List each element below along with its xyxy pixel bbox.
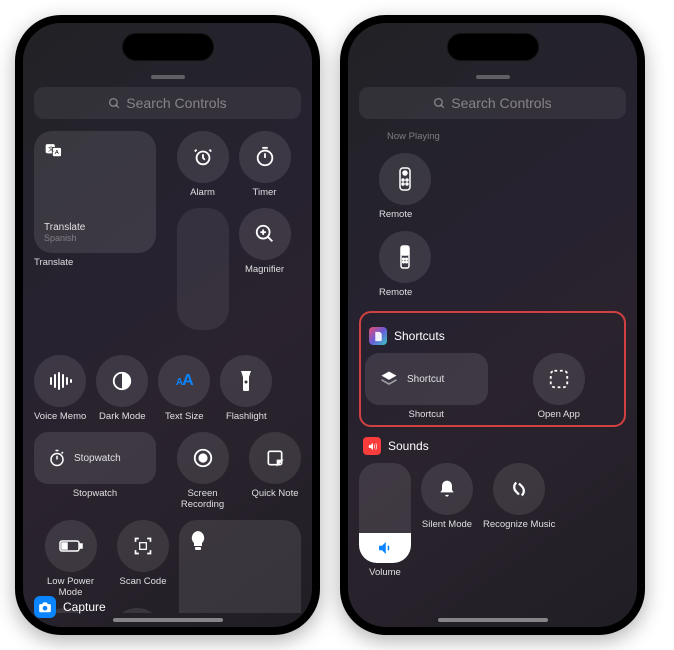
bell-icon — [437, 478, 457, 500]
translate-tile[interactable]: 文A Translate Spanish — [34, 131, 156, 253]
controls-grid: 文A Translate Spanish Translate Alarm Tim… — [34, 131, 301, 613]
phone-right: Search Controls Now Playing Remote Remot… — [340, 15, 645, 635]
capture-pill[interactable]: Capture — [34, 596, 106, 618]
shortcuts-section-highlight: Shortcuts Shortcut Shortcut Open App — [359, 311, 626, 427]
capture-label: Capture — [63, 600, 106, 614]
timer-button[interactable] — [239, 131, 291, 183]
text-size-icon: AA — [176, 372, 193, 390]
screen-recording-button[interactable] — [177, 432, 229, 484]
text-size-button[interactable]: AA — [158, 355, 210, 407]
recognize-music-button-2[interactable] — [493, 463, 545, 515]
svg-text:A: A — [55, 150, 59, 156]
search-icon — [433, 97, 446, 110]
scan-code-label: Scan Code — [119, 576, 166, 588]
stopwatch-icon — [48, 449, 66, 467]
voice-memo-button[interactable] — [34, 355, 86, 407]
right-content: Now Playing Remote Remote Shortcuts Shor… — [359, 131, 626, 613]
grabber[interactable] — [476, 75, 510, 79]
alarm-button[interactable] — [177, 131, 229, 183]
flashlight-icon — [239, 369, 253, 393]
text-size-label: Text Size — [165, 411, 204, 423]
speaker-icon — [376, 539, 394, 557]
screen-recording-label: Screen Recording — [166, 488, 239, 511]
dark-mode-button[interactable] — [96, 355, 148, 407]
sounds-header: Sounds — [363, 437, 626, 455]
magnifier-icon — [254, 223, 276, 245]
shazam-icon — [508, 478, 530, 500]
screen-right: Search Controls Now Playing Remote Remot… — [348, 23, 637, 627]
shortcut-button[interactable]: Shortcut — [365, 353, 488, 405]
shortcut-label: Shortcut — [409, 409, 444, 421]
search-bar[interactable]: Search Controls — [359, 87, 626, 119]
quick-note-label: Quick Note — [252, 488, 299, 500]
translate-lang: Spanish — [44, 233, 77, 243]
dark-mode-icon — [111, 370, 133, 392]
svg-text:文: 文 — [48, 145, 54, 153]
screen-left: Search Controls 文A Translate Spanish Tra… — [23, 23, 312, 627]
quick-note-button[interactable] — [249, 432, 301, 484]
magnifier-label: Magnifier — [245, 264, 284, 276]
timer-label: Timer — [253, 187, 277, 199]
now-playing-label: Now Playing — [387, 131, 626, 143]
remote-label-1: Remote — [379, 209, 412, 221]
battery-icon — [59, 539, 83, 553]
translate-label: Translate — [34, 257, 73, 269]
search-placeholder: Search Controls — [126, 95, 226, 111]
appletv-remote-icon — [400, 245, 410, 269]
translate-icon: 文A — [44, 141, 64, 159]
remote-label-2: Remote — [379, 287, 412, 299]
stopwatch-label: Stopwatch — [73, 488, 117, 500]
flashlight-button[interactable] — [220, 355, 272, 407]
flashlight-label: Flashlight — [226, 411, 267, 423]
remote-button-2[interactable] — [379, 231, 431, 283]
qr-icon — [133, 536, 153, 556]
search-icon — [108, 97, 121, 110]
volume-slider[interactable] — [359, 463, 411, 563]
sounds-app-icon — [363, 437, 381, 455]
open-app-label: Open App — [538, 409, 580, 421]
timer-icon — [254, 146, 276, 168]
silent-mode-button[interactable] — [421, 463, 473, 515]
dark-mode-label: Dark Mode — [99, 411, 145, 423]
shortcuts-app-icon — [369, 327, 387, 345]
translate-title: Translate — [44, 222, 85, 233]
magnifier-button[interactable] — [239, 208, 291, 260]
recognize-music-button[interactable] — [111, 608, 163, 613]
scene-tile[interactable]: Scene or Accessory — [179, 520, 301, 613]
camera-icon — [34, 596, 56, 618]
home-indicator[interactable] — [113, 618, 223, 622]
phone-left: Search Controls 文A Translate Spanish Tra… — [15, 15, 320, 635]
record-icon — [192, 447, 214, 469]
alarm-icon — [192, 146, 214, 168]
shortcuts-header: Shortcuts — [369, 327, 620, 345]
waveform-icon — [48, 372, 72, 390]
note-icon — [265, 448, 285, 468]
remote-button-1[interactable] — [379, 153, 431, 205]
bulb-icon — [189, 530, 207, 554]
grabber[interactable] — [151, 75, 185, 79]
low-power-button[interactable] — [45, 520, 97, 572]
recognize-label-2: Recognize Music — [483, 519, 555, 531]
silent-label: Silent Mode — [422, 519, 472, 531]
volume-label: Volume — [369, 567, 401, 579]
alarm-label: Alarm — [190, 187, 215, 199]
stopwatch-button[interactable]: Stopwatch — [34, 432, 156, 484]
shortcut-stack-icon — [379, 369, 399, 389]
scan-code-button[interactable] — [117, 520, 169, 572]
brightness-slider[interactable] — [177, 208, 229, 330]
open-app-icon — [548, 368, 570, 390]
open-app-button[interactable] — [533, 353, 585, 405]
home-indicator[interactable] — [438, 618, 548, 622]
search-placeholder: Search Controls — [451, 95, 551, 111]
voice-memo-label: Voice Memo — [34, 411, 86, 423]
search-bar[interactable]: Search Controls — [34, 87, 301, 119]
remote-icon — [399, 167, 411, 191]
